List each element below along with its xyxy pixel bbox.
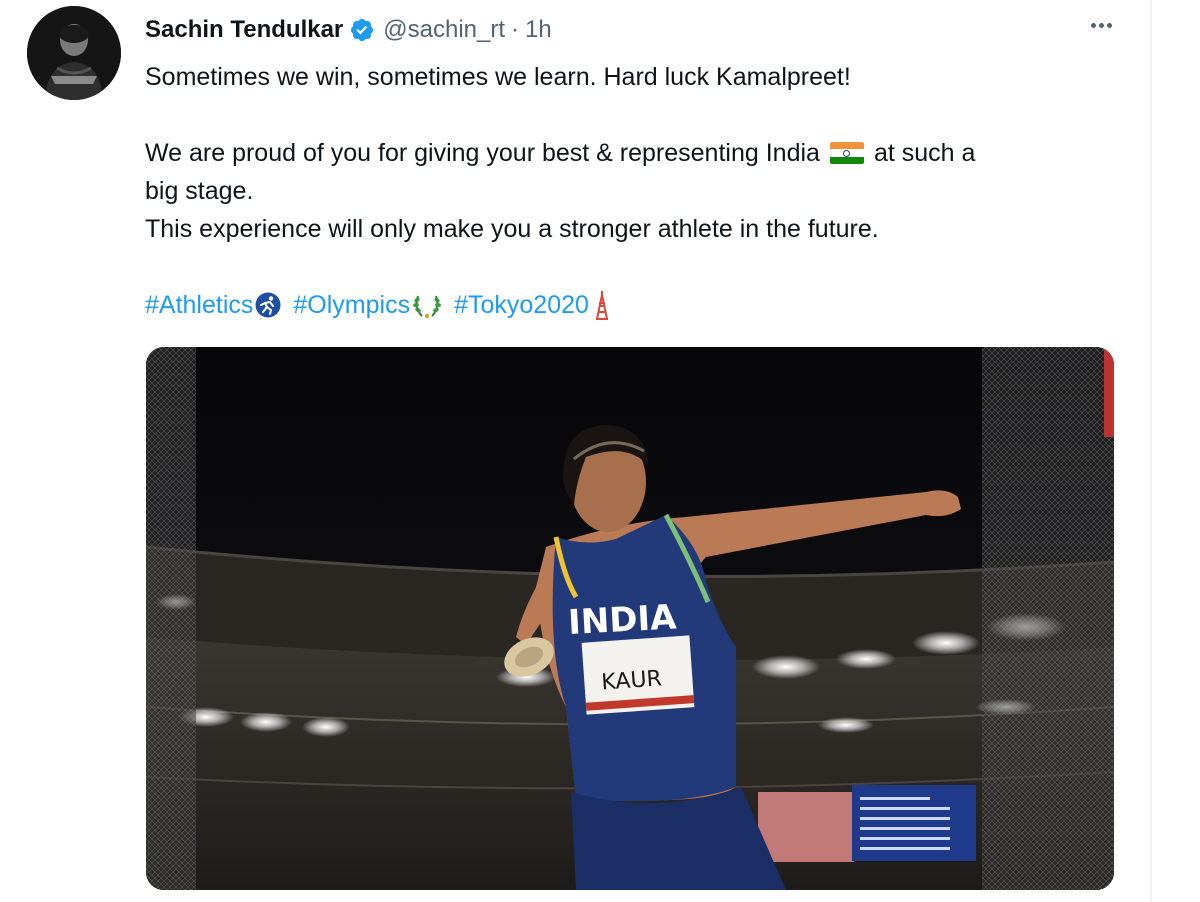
hashtag-athletics[interactable]: #Athletics: [145, 286, 253, 324]
bib-name-text: KAUR: [601, 666, 663, 695]
tweet-line: Sometimes we win, sometimes we learn. Ha…: [145, 58, 1130, 96]
laurel-wreath-icon: [413, 295, 442, 318]
tweet-line-4: This experience will only make you a str…: [145, 215, 879, 243]
avatar[interactable]: [27, 6, 121, 100]
author-handle[interactable]: @sachin_rt: [383, 16, 505, 44]
hashtag-tokyo2020[interactable]: #Tokyo2020: [454, 286, 589, 324]
tweet-line-1: Sometimes we win, sometimes we learn. Ha…: [145, 63, 851, 91]
tweet-line: big stage.: [145, 172, 1130, 210]
hashtags: #Athletics #Olympics #Tokyo2020: [145, 286, 1130, 324]
separator-dot: ·: [511, 16, 520, 43]
tokyo-tower-icon: [595, 291, 608, 320]
india-flag-emoji: [829, 142, 864, 164]
tweet-timestamp[interactable]: 1h: [525, 16, 552, 44]
running-person-icon: [255, 292, 281, 318]
tweet-media-photo[interactable]: INDIA KAUR: [146, 347, 1114, 890]
tweet-text: Sometimes we win, sometimes we learn. Ha…: [145, 58, 1130, 324]
tweet-line-2a: We are proud of you for giving your best…: [145, 139, 820, 167]
tweet-line: This experience will only make you a str…: [145, 210, 1130, 248]
author-name[interactable]: Sachin Tendulkar: [145, 16, 343, 44]
hashtag-olympics[interactable]: #Olympics: [293, 286, 410, 324]
tweet-line: We are proud of you for giving your best…: [145, 134, 1130, 172]
more-options-icon[interactable]: [1083, 10, 1119, 40]
column-divider: [1150, 0, 1152, 902]
tweet-header: Sachin Tendulkar @sachin_rt · 1h: [145, 14, 552, 46]
tweet-card[interactable]: Sachin Tendulkar @sachin_rt · 1h Sometim…: [0, 0, 1150, 902]
jersey-country-text: INDIA: [567, 597, 678, 643]
tweet-line-3: big stage.: [145, 177, 254, 205]
verified-badge-icon: [351, 18, 374, 42]
tweet-line-2b: at such a: [873, 139, 976, 167]
